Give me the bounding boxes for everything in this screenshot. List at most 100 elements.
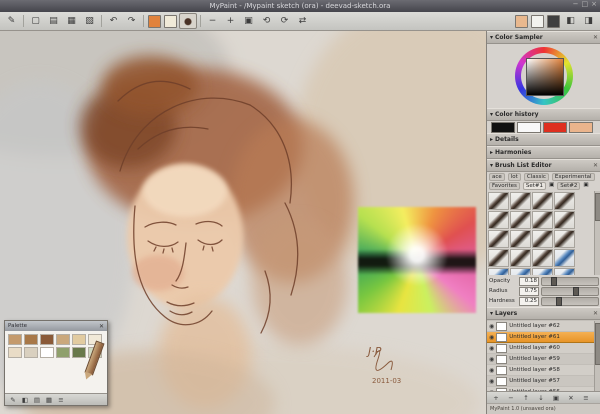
close-icon[interactable]: ✕ bbox=[99, 323, 104, 330]
minimize-button[interactable]: − bbox=[573, 0, 579, 8]
brush-group-tab[interactable]: Experimental bbox=[552, 173, 595, 181]
palette-window[interactable]: Palette ✕ bbox=[4, 320, 108, 406]
layer-row-selected[interactable]: ◉ Untitled layer #61 bbox=[487, 332, 594, 343]
brush-thumbnail[interactable] bbox=[510, 192, 531, 210]
opacity-value[interactable]: 0.18 bbox=[519, 277, 539, 286]
secondary-color-swatch[interactable] bbox=[164, 15, 177, 28]
brush-group-tab[interactable]: lot bbox=[508, 173, 521, 181]
brush-thumbnail[interactable] bbox=[532, 192, 553, 210]
brush-thumbnail[interactable] bbox=[532, 230, 553, 248]
brush-thumbnail[interactable] bbox=[532, 268, 553, 275]
palette-pencil-icon[interactable]: ✎ bbox=[8, 396, 18, 404]
color-sampler-header[interactable]: ▾ Color Sampler ✕ bbox=[487, 31, 600, 44]
palette-fill-icon[interactable]: ◧ bbox=[20, 396, 30, 404]
palette-swatch[interactable] bbox=[8, 334, 22, 345]
slider-thumb[interactable] bbox=[556, 297, 562, 306]
undo-icon[interactable]: ↶ bbox=[105, 13, 122, 29]
mirror-icon[interactable]: ⇄ bbox=[294, 13, 311, 29]
redo-icon[interactable]: ↷ bbox=[123, 13, 140, 29]
history-color-swatch-tan[interactable] bbox=[515, 15, 528, 28]
eye-icon[interactable]: ◉ bbox=[489, 367, 494, 374]
eye-icon[interactable]: ◉ bbox=[489, 378, 494, 385]
rotate-ccw-icon[interactable]: ⟲ bbox=[258, 13, 275, 29]
details-header[interactable]: ▸ Details bbox=[487, 133, 600, 146]
close-icon[interactable]: ✕ bbox=[593, 162, 598, 169]
palette-window-titlebar[interactable]: Palette ✕ bbox=[5, 321, 107, 331]
zoom-fit-icon[interactable]: ▣ bbox=[240, 13, 257, 29]
hardness-slider[interactable] bbox=[541, 297, 599, 306]
save-icon[interactable]: ▦ bbox=[63, 13, 80, 29]
brush-thumbnail[interactable] bbox=[532, 249, 553, 267]
harmonies-header[interactable]: ▸ Harmonies bbox=[487, 146, 600, 159]
scrollbar-thumb[interactable] bbox=[595, 323, 600, 365]
brush-thumbnail[interactable] bbox=[488, 230, 509, 248]
brush-thumbnail[interactable] bbox=[488, 249, 509, 267]
palette-swatch[interactable] bbox=[72, 334, 86, 345]
layer-row[interactable]: ◉ Untitled layer #58 bbox=[487, 365, 594, 376]
set-icon[interactable]: ▣ bbox=[549, 182, 554, 190]
hardness-value[interactable]: 0.25 bbox=[519, 297, 539, 306]
palette-menu-icon[interactable]: ≡ bbox=[56, 396, 66, 404]
close-button[interactable]: × bbox=[591, 0, 597, 8]
brush-group-tab[interactable]: ace bbox=[489, 173, 505, 181]
history-color-swatch-dark[interactable] bbox=[547, 15, 560, 28]
slider-thumb[interactable] bbox=[551, 277, 557, 286]
palette-save-icon[interactable]: ▦ bbox=[44, 396, 54, 404]
remove-layer-icon[interactable]: − bbox=[504, 393, 518, 403]
history-color-swatch-white[interactable] bbox=[531, 15, 544, 28]
brush-thumbnail[interactable] bbox=[488, 192, 509, 210]
palette-swatch[interactable] bbox=[24, 334, 38, 345]
scratchpad-icon[interactable]: ✎ bbox=[3, 13, 20, 29]
brush-thumbnail[interactable] bbox=[532, 211, 553, 229]
brush-set-tab[interactable]: Set#2 bbox=[557, 182, 580, 190]
layer-row[interactable]: ◉ Untitled layer #62 bbox=[487, 321, 594, 332]
brush-thumbnail[interactable] bbox=[510, 268, 531, 275]
eye-icon[interactable]: ◉ bbox=[489, 323, 494, 330]
maximize-button[interactable]: □ bbox=[582, 0, 589, 8]
open-file-icon[interactable]: ▤ bbox=[45, 13, 62, 29]
palette-swatch[interactable] bbox=[40, 347, 54, 358]
history-swatch[interactable] bbox=[543, 122, 567, 133]
palette-swatch[interactable] bbox=[8, 347, 22, 358]
eye-icon[interactable]: ◉ bbox=[489, 334, 494, 341]
toggle-left-panel-icon[interactable]: ◧ bbox=[562, 13, 579, 29]
brush-thumbnail[interactable] bbox=[510, 230, 531, 248]
primary-color-swatch[interactable] bbox=[148, 15, 161, 28]
toggle-right-panel-icon[interactable]: ◨ bbox=[580, 13, 597, 29]
titlebar[interactable]: MyPaint - /Mypaint sketch (ora) - deevad… bbox=[0, 0, 600, 12]
brush-thumbnail[interactable] bbox=[510, 249, 531, 267]
palette-swatch[interactable] bbox=[24, 347, 38, 358]
scrollbar-thumb[interactable] bbox=[595, 193, 600, 221]
palette-swatch[interactable] bbox=[72, 347, 86, 358]
brush-thumbnail[interactable] bbox=[554, 211, 575, 229]
raise-layer-icon[interactable]: ↑ bbox=[519, 393, 533, 403]
color-history-header[interactable]: ▾ Color history bbox=[487, 108, 600, 121]
set-icon[interactable]: ▣ bbox=[583, 182, 588, 190]
palette-swatch[interactable] bbox=[56, 347, 70, 358]
zoom-in-icon[interactable]: + bbox=[222, 13, 239, 29]
layers-scrollbar[interactable] bbox=[594, 321, 600, 391]
close-icon[interactable]: ✕ bbox=[593, 310, 598, 317]
brush-group-tab[interactable]: Favorites bbox=[489, 182, 520, 190]
saturation-value-square[interactable] bbox=[526, 58, 564, 96]
eye-icon[interactable]: ◉ bbox=[489, 345, 494, 352]
brush-set-tab[interactable]: Set#1 bbox=[523, 182, 546, 190]
painting-canvas[interactable]: J·P 2011-03 Palette ✕ bbox=[0, 31, 486, 414]
brush-list-editor-header[interactable]: ▾ Brush List Editor ✕ bbox=[487, 159, 600, 172]
lower-layer-icon[interactable]: ↓ bbox=[534, 393, 548, 403]
history-swatch[interactable] bbox=[569, 122, 593, 133]
brush-thumbnail[interactable] bbox=[554, 192, 575, 210]
layer-row[interactable]: ◉ Untitled layer #57 bbox=[487, 376, 594, 387]
slider-thumb[interactable] bbox=[573, 287, 579, 296]
brush-thumbnail[interactable] bbox=[554, 249, 575, 267]
radius-slider[interactable] bbox=[541, 287, 599, 296]
brush-thumbnail[interactable] bbox=[488, 268, 509, 275]
eye-icon[interactable]: ◉ bbox=[489, 356, 494, 363]
close-icon[interactable]: ✕ bbox=[593, 34, 598, 41]
hue-ring[interactable] bbox=[515, 47, 573, 105]
brush-thumbnail[interactable] bbox=[554, 268, 575, 275]
palette-swatch[interactable] bbox=[56, 334, 70, 345]
radius-value[interactable]: 0.75 bbox=[519, 287, 539, 296]
layer-row[interactable]: ◉ Untitled layer #59 bbox=[487, 354, 594, 365]
brush-grid-scrollbar[interactable] bbox=[594, 191, 600, 275]
